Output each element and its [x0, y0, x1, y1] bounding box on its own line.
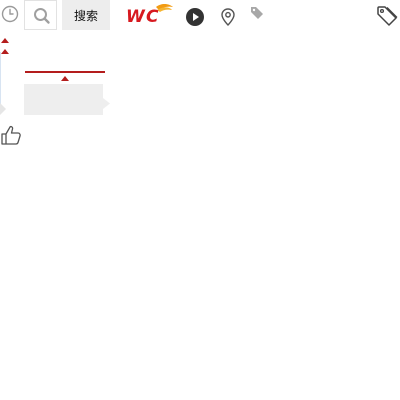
- logo[interactable]: W C: [126, 3, 174, 27]
- svg-text:C: C: [146, 7, 159, 25]
- play-icon[interactable]: [186, 8, 204, 26]
- tag-icon[interactable]: [250, 5, 264, 19]
- clock-icon: [1, 5, 19, 23]
- left-arrow-up-icon: [0, 40, 10, 54]
- search-button[interactable]: 搜索: [62, 0, 110, 30]
- search-icon: [32, 6, 52, 26]
- pointer-arrow-icon: [103, 94, 110, 109]
- thumbs-up-icon[interactable]: [0, 124, 22, 146]
- svg-text:W: W: [126, 7, 146, 25]
- left-pointer-icon: [0, 100, 6, 115]
- content-placeholder: [24, 84, 103, 115]
- location-icon[interactable]: [221, 8, 235, 26]
- tag-icon[interactable]: [376, 5, 398, 27]
- left-arrow-up-icon: [0, 29, 10, 43]
- search-input[interactable]: [24, 0, 57, 30]
- active-underline: [25, 71, 105, 73]
